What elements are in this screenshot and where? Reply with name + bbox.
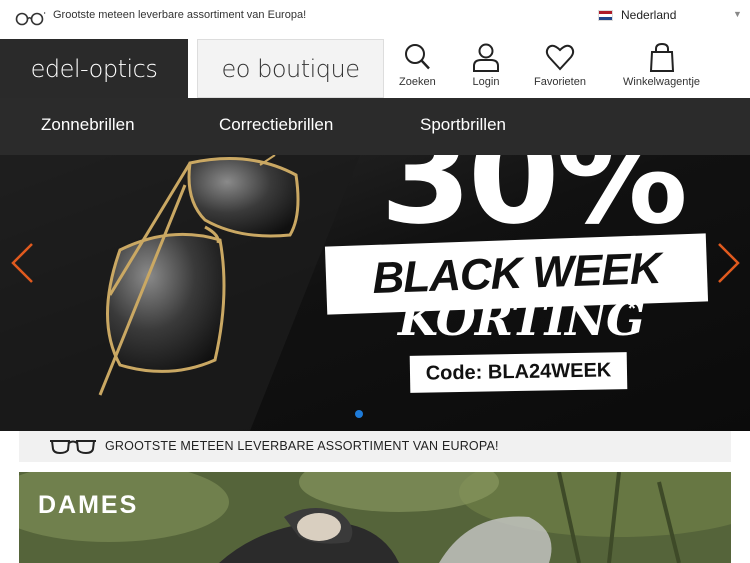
chevron-left-icon — [11, 243, 33, 283]
top-tagline: Grootste meteen leverbare assortiment va… — [53, 9, 307, 21]
search-button[interactable]: Zoeken — [399, 42, 436, 94]
nav-item-correctiebrillen[interactable]: Correctiebrillen — [219, 115, 333, 135]
search-icon — [405, 44, 431, 70]
asterisk-note: * — [628, 298, 636, 320]
category-title-dames: DAMES — [38, 491, 139, 519]
cart-label: Winkelwagentje — [623, 76, 701, 88]
login-button[interactable]: Login — [471, 42, 501, 94]
korting-text: KORTING — [398, 292, 645, 346]
assortment-banner: GROOTSTE METEEN LEVERBARE ASSORTIMENT VA… — [19, 431, 731, 462]
edel-optics-logo: edel-optics — [30, 54, 158, 83]
category-card-dames[interactable]: DAMES — [19, 472, 731, 563]
eo-boutique-logo: eo boutique — [221, 54, 361, 83]
promo-code-box: Code: BLA24WEEK — [409, 352, 628, 393]
main-nav: Zonnebrillen Correctiebrillen Sportbrill… — [0, 98, 750, 155]
hero-carousel[interactable]: 30% BLACK WEEK KORTING * Code: BLA24WEEK — [0, 155, 750, 431]
promo-code: Code: BLA24WEEK — [425, 359, 612, 385]
flag-nl-icon — [598, 9, 613, 21]
store-tab-edel-optics[interactable]: edel-optics — [0, 39, 188, 98]
glasses-icon — [50, 440, 96, 455]
chevron-down-icon: ▼ — [733, 9, 742, 19]
carousel-dots — [355, 410, 363, 418]
assortment-text: GROOTSTE METEEN LEVERBARE ASSORTIMENT VA… — [105, 439, 499, 453]
store-tab-eo-boutique[interactable]: eo boutique — [197, 39, 384, 98]
nav-item-sportbrillen[interactable]: Sportbrillen — [420, 115, 506, 135]
user-icon — [473, 43, 499, 72]
cart-button[interactable]: Winkelwagentje — [623, 42, 700, 94]
country-label: Nederland — [621, 8, 677, 22]
shopping-bag-icon — [649, 42, 674, 72]
discount-percent: 30% — [380, 155, 688, 254]
chevron-right-icon — [718, 243, 740, 283]
glasses-icon — [15, 12, 46, 26]
carousel-dot-active[interactable] — [355, 410, 363, 418]
heart-icon — [545, 44, 575, 71]
nav-item-zonnebrillen[interactable]: Zonnebrillen — [41, 115, 135, 135]
carousel-next-button[interactable] — [713, 241, 743, 285]
favorites-label: Favorieten — [534, 76, 586, 88]
carousel-prev-button[interactable] — [8, 241, 38, 285]
login-label: Login — [472, 76, 500, 88]
top-bar: Grootste meteen leverbare assortiment va… — [0, 0, 750, 36]
country-selector[interactable]: Nederland ▼ — [598, 6, 742, 24]
favorites-button[interactable]: Favorieten — [534, 42, 586, 94]
search-label: Zoeken — [399, 76, 436, 88]
